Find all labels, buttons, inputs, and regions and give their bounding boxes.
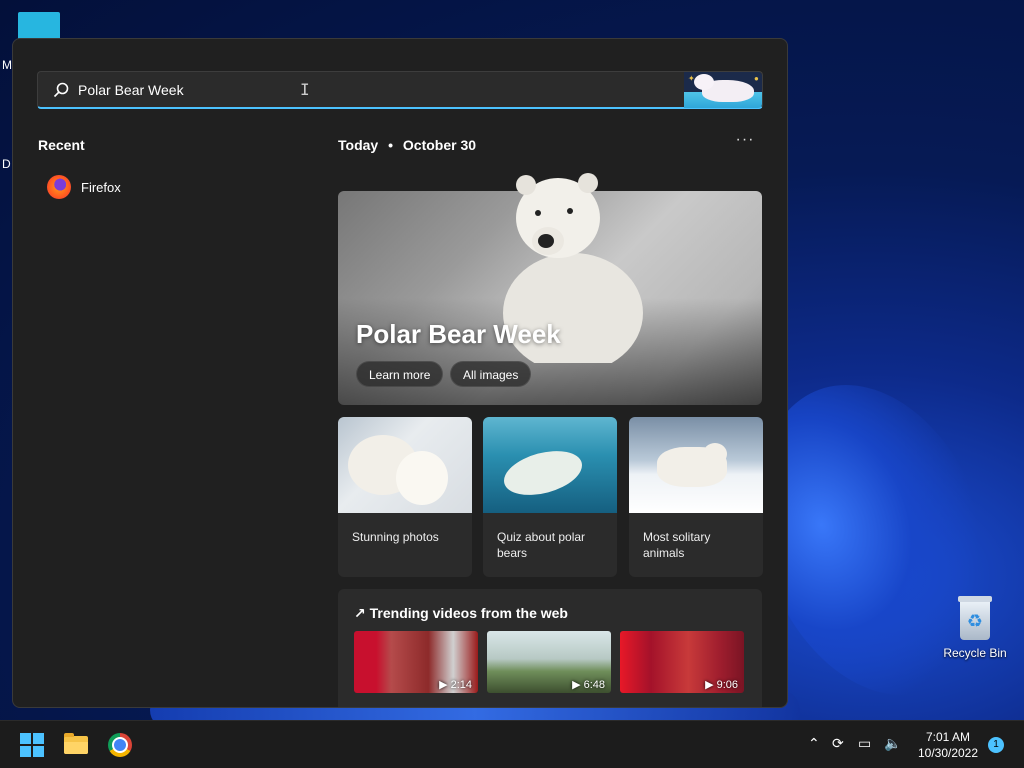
desktop-icon-label: D <box>2 157 11 171</box>
search-box[interactable]: I ✦ ● <box>37 71 763 109</box>
learn-more-button[interactable]: Learn more <box>356 361 444 387</box>
hero-card[interactable]: Polar Bear Week Learn more All images <box>338 173 762 405</box>
all-images-button[interactable]: All images <box>450 361 532 387</box>
text-cursor-icon: I <box>300 80 310 99</box>
recycle-bin-icon: ♻ <box>957 596 993 640</box>
desktop-icon-label: M <box>2 58 12 72</box>
chrome-button[interactable] <box>104 729 136 761</box>
recent-item-label: Firefox <box>81 179 121 195</box>
card-solitary-animals[interactable]: Most solitary animals <box>629 417 763 577</box>
today-heading: Today • October 30 <box>338 137 476 153</box>
trending-title: Trending videos from the web <box>369 605 568 621</box>
card-thumbnail <box>483 417 617 513</box>
taskbar: ⌃ ⟳ ▭ 🔈 7:01 AM 10/30/2022 1 <box>0 720 1024 768</box>
card-thumbnail <box>338 417 472 513</box>
desktop-icon[interactable] <box>18 12 60 40</box>
video-thumbnail[interactable]: ▶ 6:48 <box>487 631 611 693</box>
search-icon <box>53 82 69 98</box>
video-duration: ▶ 9:06 <box>705 679 738 691</box>
recycle-bin[interactable]: ♻ Recycle Bin <box>940 596 1010 660</box>
card-caption: Stunning photos <box>352 530 439 544</box>
firefox-icon <box>47 175 71 199</box>
today-date: October 30 <box>402 137 477 153</box>
folder-icon <box>64 733 88 754</box>
taskbar-clock[interactable]: 7:01 AM 10/30/2022 <box>912 729 984 761</box>
video-thumbnail[interactable]: ▶ 9:06 <box>620 631 744 693</box>
file-explorer-button[interactable] <box>60 729 92 761</box>
today-separator: • <box>388 137 393 153</box>
recent-heading: Recent <box>38 137 85 153</box>
video-duration: ▶ 6:48 <box>572 679 605 691</box>
card-thumbnail <box>629 417 763 513</box>
trending-videos-section: ↗ Trending videos from the web ▶ 2:14 ▶ … <box>338 589 762 707</box>
recycle-bin-label: Recycle Bin <box>943 646 1007 660</box>
video-thumbnail[interactable]: ▶ 2:14 <box>354 631 478 693</box>
start-button[interactable] <box>16 729 48 761</box>
sync-icon[interactable]: ⟳ <box>832 735 844 752</box>
show-hidden-icons-chevron-icon[interactable]: ⌃ <box>808 735 820 752</box>
trending-heading: ↗ Trending videos from the web <box>354 605 568 622</box>
notification-badge[interactable]: 1 <box>988 737 1004 753</box>
today-label: Today <box>338 137 379 153</box>
card-caption: Quiz about polar bears <box>497 530 586 560</box>
card-stunning-photos[interactable]: Stunning photos <box>338 417 472 577</box>
hero-title: Polar Bear Week <box>356 319 561 349</box>
network-icon[interactable]: ▭ <box>858 735 871 752</box>
trending-arrow-icon: ↗ <box>354 605 366 621</box>
clock-time: 7:01 AM <box>925 730 971 744</box>
video-duration: ▶ 2:14 <box>439 679 472 691</box>
clock-date: 10/30/2022 <box>917 746 979 760</box>
chrome-icon <box>108 733 132 757</box>
card-quiz[interactable]: Quiz about polar bears <box>483 417 617 577</box>
search-flyout: I ✦ ● Recent Firefox Today • October 30 … <box>12 38 788 708</box>
search-input[interactable] <box>78 78 678 102</box>
search-highlight-bear-icon[interactable]: ✦ ● <box>684 72 762 108</box>
more-options-button[interactable]: ··· <box>731 131 759 155</box>
card-caption: Most solitary animals <box>643 530 711 560</box>
volume-icon[interactable]: 🔈 <box>884 735 901 752</box>
windows-logo-icon <box>20 733 44 757</box>
recent-item-firefox[interactable]: Firefox <box>43 171 283 203</box>
